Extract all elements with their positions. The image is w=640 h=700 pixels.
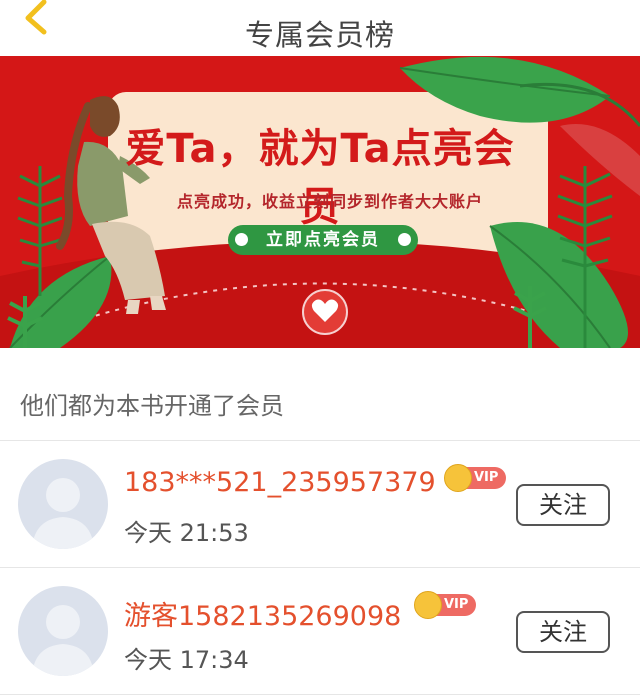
vip-badge-label: VIP <box>474 470 499 485</box>
left-dot-icon <box>235 233 248 246</box>
vip-badge: VIP <box>444 464 507 492</box>
page-title: 专属会员榜 <box>244 18 395 52</box>
avatar[interactable] <box>18 459 108 549</box>
cta-label: 立即点亮会员 <box>266 230 380 250</box>
light-up-membership-button[interactable]: 立即点亮会员 <box>228 225 418 255</box>
divider <box>0 694 640 695</box>
default-user-avatar-icon <box>32 478 94 549</box>
top-bar: 专属会员榜 <box>0 0 640 57</box>
right-dot-icon <box>398 233 411 246</box>
member-name[interactable]: 183***521_235957379 <box>124 467 436 498</box>
banner-headline: 爱Ta，就为Ta点亮会员 <box>125 126 515 230</box>
join-time: 今天 21:53 <box>124 519 249 547</box>
member-row[interactable]: 游客1582135269098 VIP 今天 17:34 关注 <box>0 568 640 694</box>
crown-icon <box>444 464 472 492</box>
member-name[interactable]: 游客1582135269098 <box>124 594 401 633</box>
banner-subline: 点亮成功，收益立刻同步到作者大大账户 <box>176 192 483 211</box>
crown-icon <box>414 591 442 619</box>
vip-badge: VIP <box>414 591 477 619</box>
avatar[interactable] <box>18 586 108 676</box>
section-title: 他们都为本书开通了会员 <box>20 392 284 420</box>
follow-button[interactable]: 关注 <box>516 611 610 653</box>
promo-banner[interactable]: 爱Ta，就为Ta点亮会员 点亮成功，收益立刻同步到作者大大账户 立即点亮会员 <box>0 56 640 348</box>
default-user-avatar-icon <box>32 605 94 676</box>
follow-button[interactable]: 关注 <box>516 484 610 526</box>
vip-badge-label: VIP <box>444 597 469 612</box>
join-time: 今天 17:34 <box>124 646 249 674</box>
member-row[interactable]: 183***521_235957379 VIP 今天 21:53 关注 <box>0 441 640 567</box>
